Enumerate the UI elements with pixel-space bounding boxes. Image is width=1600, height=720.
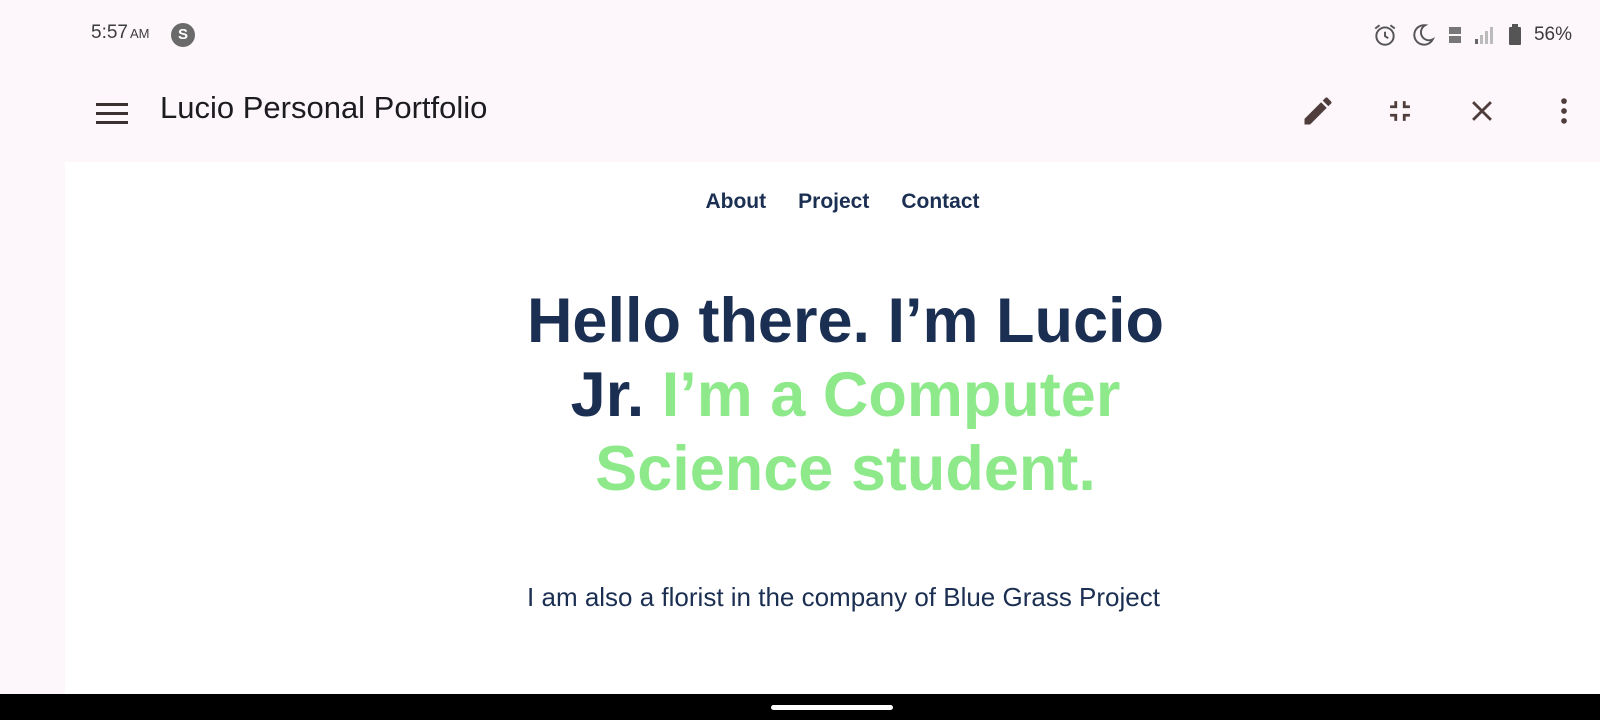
status-bar: 5:57 AM S 56% (0, 0, 1600, 70)
hero-subtitle: I am also a florist in the company of Bl… (527, 582, 1160, 612)
close-icon (1472, 101, 1492, 121)
edit-button[interactable] (1298, 84, 1338, 138)
home-gesture-handle[interactable] (771, 705, 893, 710)
nav-link-about[interactable]: About (705, 190, 766, 214)
hero-headline: Hello there. I’m Lucio Jr. I’m a Compute… (526, 284, 1166, 506)
menu-button[interactable] (92, 94, 132, 134)
nav-link-contact[interactable]: Contact (901, 190, 979, 214)
status-time: 5:57 AM (91, 22, 149, 44)
do-not-disturb-moon-icon (1413, 24, 1435, 46)
more-options-button[interactable] (1544, 84, 1584, 138)
signal-icon (1474, 27, 1493, 44)
sync-app-icon: S (171, 23, 195, 47)
battery-percent: 56% (1533, 24, 1572, 45)
fullscreen-exit-icon (1390, 101, 1410, 121)
alarm-icon (1374, 24, 1396, 46)
status-time-ampm: AM (129, 26, 150, 41)
nav-link-project[interactable]: Project (798, 190, 869, 214)
close-button[interactable] (1462, 84, 1502, 138)
app-bar: Lucio Personal Portfolio (0, 70, 1600, 162)
more-vert-icon (1561, 98, 1567, 124)
hero-headline-highlight: I’m a Computer Science student. (595, 360, 1121, 504)
app-title: Lucio Personal Portfolio (160, 90, 488, 125)
status-time-value: 5:57 (91, 22, 128, 43)
battery-icon (1508, 24, 1521, 45)
hero-section: Hello there. I’m Lucio Jr. I’m a Compute… (65, 284, 1600, 506)
site-nav: About Project Contact (65, 190, 1600, 214)
webview-content: About Project Contact Hello there. I’m L… (65, 162, 1600, 694)
volte-icon (1448, 27, 1461, 43)
status-icons: 56% (1372, 20, 1572, 50)
menu-icon (96, 103, 128, 124)
exit-fullscreen-button[interactable] (1380, 84, 1420, 138)
toolbar-actions (1298, 84, 1584, 138)
edit-icon (1304, 97, 1332, 125)
gesture-nav-bar (0, 694, 1600, 720)
